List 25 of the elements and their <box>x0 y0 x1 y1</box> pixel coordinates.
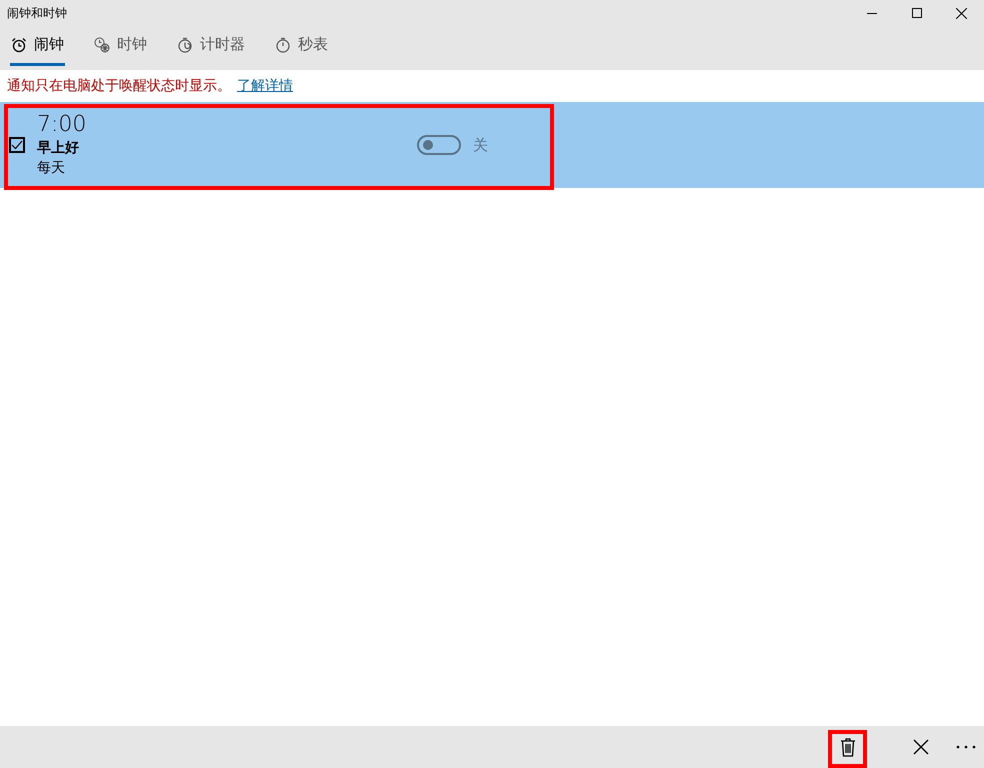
timer-icon <box>177 36 193 52</box>
alarm-clock-icon <box>11 36 27 52</box>
highlight-frame <box>828 730 867 768</box>
notice-text: 通知只在电脑处于唤醒状态时显示。 <box>7 77 231 95</box>
minimize-icon <box>866 12 876 14</box>
checkbox[interactable] <box>9 137 25 153</box>
toggle-state: 关 <box>473 136 488 154</box>
learn-more-link[interactable]: 了解详情 <box>237 77 293 95</box>
tab[interactable]: 时钟 <box>93 26 148 66</box>
clock-globe-icon <box>94 36 110 52</box>
alarm-repeat: 每天 <box>37 159 66 178</box>
stopwatch-icon <box>275 36 291 52</box>
toggle-switch[interactable] <box>417 135 461 155</box>
delete-icon <box>840 737 856 757</box>
more-icon <box>956 745 976 749</box>
alarm-name: 早上好 <box>37 139 80 158</box>
alarm-row[interactable]: 7:00 早上好 每天 关 <box>0 102 984 188</box>
tab[interactable]: 闹钟 <box>10 26 65 66</box>
close-icon <box>912 739 928 755</box>
window-title: 闹钟和时钟 <box>6 4 68 22</box>
alarm-time: 7:00 <box>37 112 88 138</box>
tab[interactable]: 秒表 <box>274 26 329 66</box>
close-icon <box>956 8 967 18</box>
maximize-icon <box>912 8 922 18</box>
tab[interactable]: 计时器 <box>176 26 246 66</box>
